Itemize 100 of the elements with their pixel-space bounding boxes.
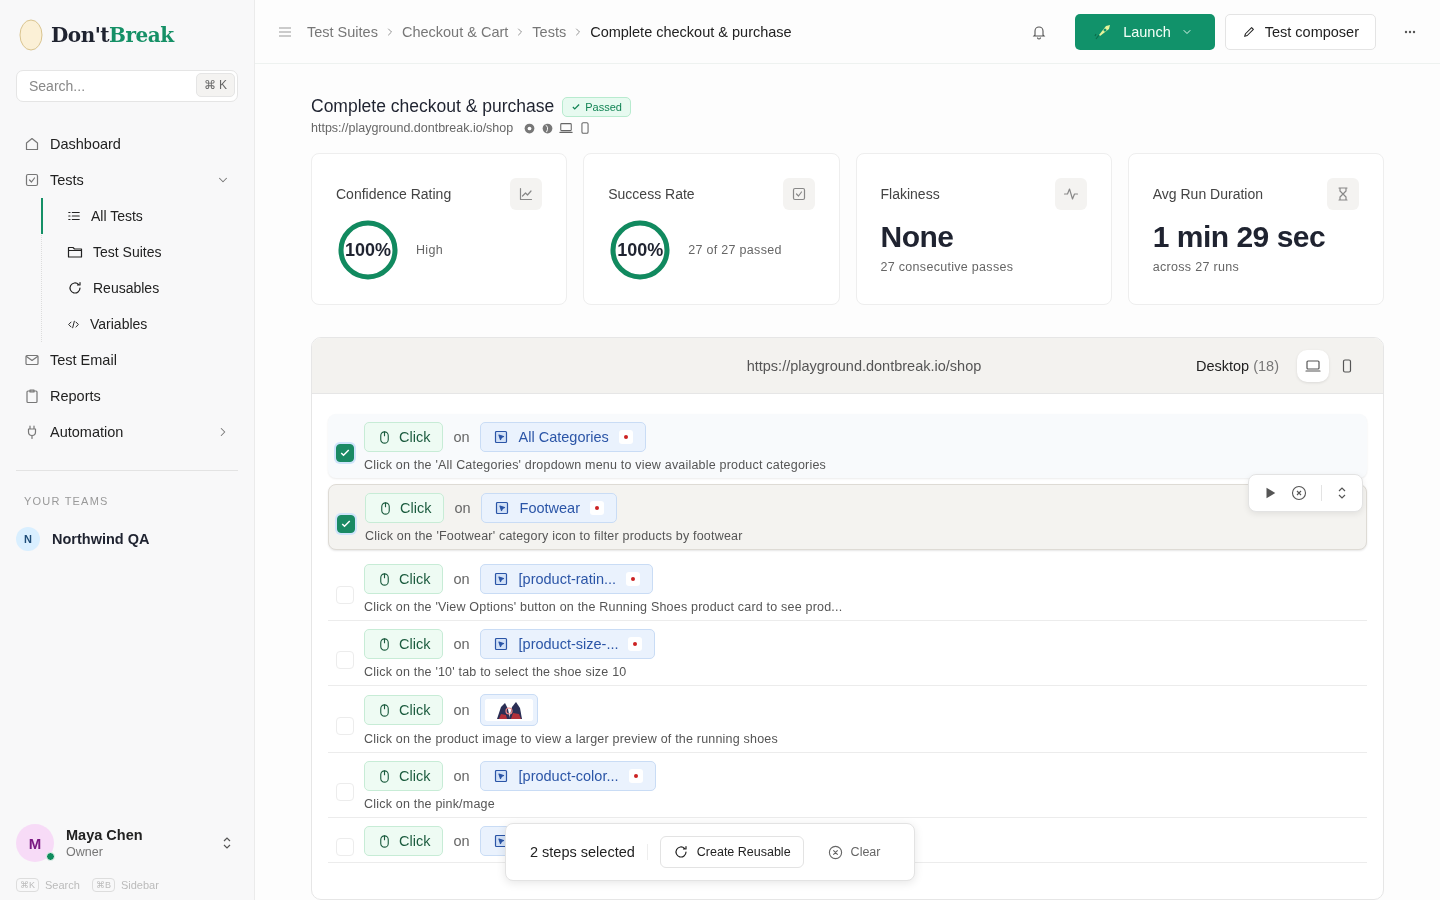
list-icon	[67, 209, 81, 223]
step-row[interactable]: Click on Footwear Click on the 'Footwear' category icon to filter products by footwear	[328, 484, 1367, 550]
nav-item[interactable]: Dashboard	[16, 126, 238, 162]
shortcut-key: ⌘ K	[195, 73, 235, 97]
device-label: Desktop (18)	[1195, 357, 1279, 374]
action-chip[interactable]: Click	[364, 422, 444, 452]
test-title: Complete checkout & purchase	[311, 96, 555, 117]
nav-subitem[interactable]: Reusables	[41, 270, 238, 306]
connector-word: on	[453, 768, 470, 784]
test-composer-button[interactable]: Test composer	[1224, 13, 1376, 50]
selection-count: 2 steps selected	[530, 844, 648, 860]
step-checkbox[interactable]	[336, 444, 354, 462]
pencil-icon	[1241, 24, 1256, 39]
checkbox-icon	[790, 186, 807, 202]
chart-icon	[518, 186, 535, 202]
connector-word: on	[453, 571, 470, 587]
nav-item[interactable]: Test Email	[16, 342, 238, 378]
step-description: Click on the 'All Categories' dropdown menu to view available product categories	[364, 458, 827, 472]
nav-item[interactable]: Automation	[16, 414, 238, 450]
stat-caption: High	[416, 243, 443, 257]
launch-button[interactable]: Launch	[1075, 13, 1215, 50]
stat-title: Confidence Rating	[336, 186, 452, 202]
breadcrumb[interactable]: Test Suites	[307, 23, 378, 40]
create-reusable-button[interactable]: Create Reusable	[659, 836, 804, 868]
shortcut-key: ⌘B	[91, 878, 115, 892]
refresh-icon	[672, 844, 689, 860]
element-icon	[492, 768, 509, 784]
target-chip[interactable]: [product-size-...	[479, 629, 656, 659]
checkbox-icon	[24, 172, 40, 188]
stat-title: Avg Run Duration	[1152, 186, 1263, 202]
connector-word: on	[454, 500, 471, 516]
nav-item[interactable]: Reports	[16, 378, 238, 414]
reorder-icon[interactable]	[1336, 485, 1348, 501]
action-chip[interactable]: Click	[364, 695, 444, 725]
shortcut-key: ⌘K	[16, 878, 39, 892]
shortcut-label: Sidebar	[120, 879, 159, 891]
globe-icon	[541, 121, 555, 135]
user-role: Owner	[66, 845, 104, 859]
desktop-icon	[1305, 357, 1321, 374]
step-row[interactable]: Click on [product-ratin... Click on the 'View Options' button on the Running Shoes product card to see prod...	[328, 556, 1367, 621]
team-item[interactable]: N Northwind QA	[16, 525, 238, 553]
stat-title: Flakiness	[880, 186, 940, 202]
step-description: Click on the 'View Options' button on the Running Shoes product card to see prod...	[364, 600, 844, 614]
mouse-icon	[377, 768, 392, 784]
user-avatar: M	[16, 824, 54, 862]
check-icon	[340, 518, 352, 530]
action-chip[interactable]: Click	[364, 826, 444, 856]
page-url: https://playground.dontbreak.io/shop	[745, 357, 983, 374]
mouse-icon	[378, 500, 393, 516]
step-row[interactable]: Click on Click on the product image to view a larger preview of the running shoes	[328, 686, 1367, 753]
egg-logo-icon	[19, 19, 43, 51]
connector-word: on	[453, 702, 470, 718]
action-chip[interactable]: Click	[364, 629, 444, 659]
step-row[interactable]: Click on [product-color... Click on the pink/mage	[328, 753, 1367, 818]
clear-button[interactable]: Clear	[815, 837, 893, 867]
breadcrumb[interactable]: Checkout & Cart	[401, 23, 509, 40]
connector-word: on	[453, 833, 470, 849]
status-badge: Passed	[562, 96, 631, 117]
connector-word: on	[453, 429, 470, 445]
element-icon	[493, 500, 510, 516]
element-icon	[492, 429, 509, 445]
folder-icon	[67, 244, 83, 260]
section-heading: YOUR TEAMS	[23, 495, 110, 507]
step-row[interactable]: Click on All Categories Click on the 'All Categories' dropdown menu to view available product categories	[328, 414, 1367, 478]
test-url: https://playground.dontbreak.io/shop	[311, 121, 514, 135]
stat-caption: across 27 runs	[1152, 260, 1240, 274]
nav-item[interactable]: Tests	[16, 162, 238, 198]
user-name: Maya Chen	[66, 827, 144, 843]
browser-icon	[523, 121, 537, 135]
stat-value: 1 min 29 sec	[1152, 220, 1327, 254]
step-row[interactable]: Click on [product-size-... Click on the '10' tab to select the shoe size 10	[328, 621, 1367, 686]
clipboard-icon	[24, 388, 40, 404]
stat-title: Success Rate	[608, 186, 695, 202]
nav-subitem[interactable]: Variables	[41, 306, 238, 342]
step-description: Click on the pink/mage	[364, 797, 496, 811]
mouse-icon	[377, 833, 392, 849]
step-description: Click on the '10' tab to select the shoe size 10	[364, 665, 628, 679]
mail-icon	[24, 352, 40, 368]
target-chip[interactable]: [product-color...	[479, 761, 656, 791]
breadcrumb[interactable]: Complete checkout & purchase	[590, 23, 792, 40]
element-icon	[492, 636, 509, 652]
action-chip[interactable]: Click	[365, 493, 445, 523]
target-chip[interactable]: Footwear	[480, 493, 617, 523]
nav-subitem[interactable]: All Tests	[41, 198, 238, 234]
target-chip[interactable]: [product-ratin...	[479, 564, 654, 594]
action-chip[interactable]: Click	[364, 564, 444, 594]
action-chip[interactable]: Click	[364, 761, 444, 791]
target-chip[interactable]	[479, 694, 538, 726]
close-icon[interactable]	[1291, 485, 1307, 501]
target-chip[interactable]: All Categories	[479, 422, 646, 452]
mouse-icon	[377, 636, 392, 652]
shortcut-label: Search	[45, 879, 80, 891]
stat-caption: 27 consecutive passes	[880, 260, 1015, 274]
step-description: Click on the 'Footwear' category icon to filter products by footwear	[365, 529, 744, 543]
step-checkbox[interactable]	[337, 515, 355, 533]
stat-value: None	[880, 220, 955, 254]
breadcrumb[interactable]: Tests	[532, 23, 567, 40]
nav-subitem[interactable]: Test Suites	[41, 234, 238, 270]
desktop-view-button[interactable]	[1297, 349, 1329, 382]
step-description: Click on the product image to view a larger preview of the running shoes	[364, 732, 779, 746]
